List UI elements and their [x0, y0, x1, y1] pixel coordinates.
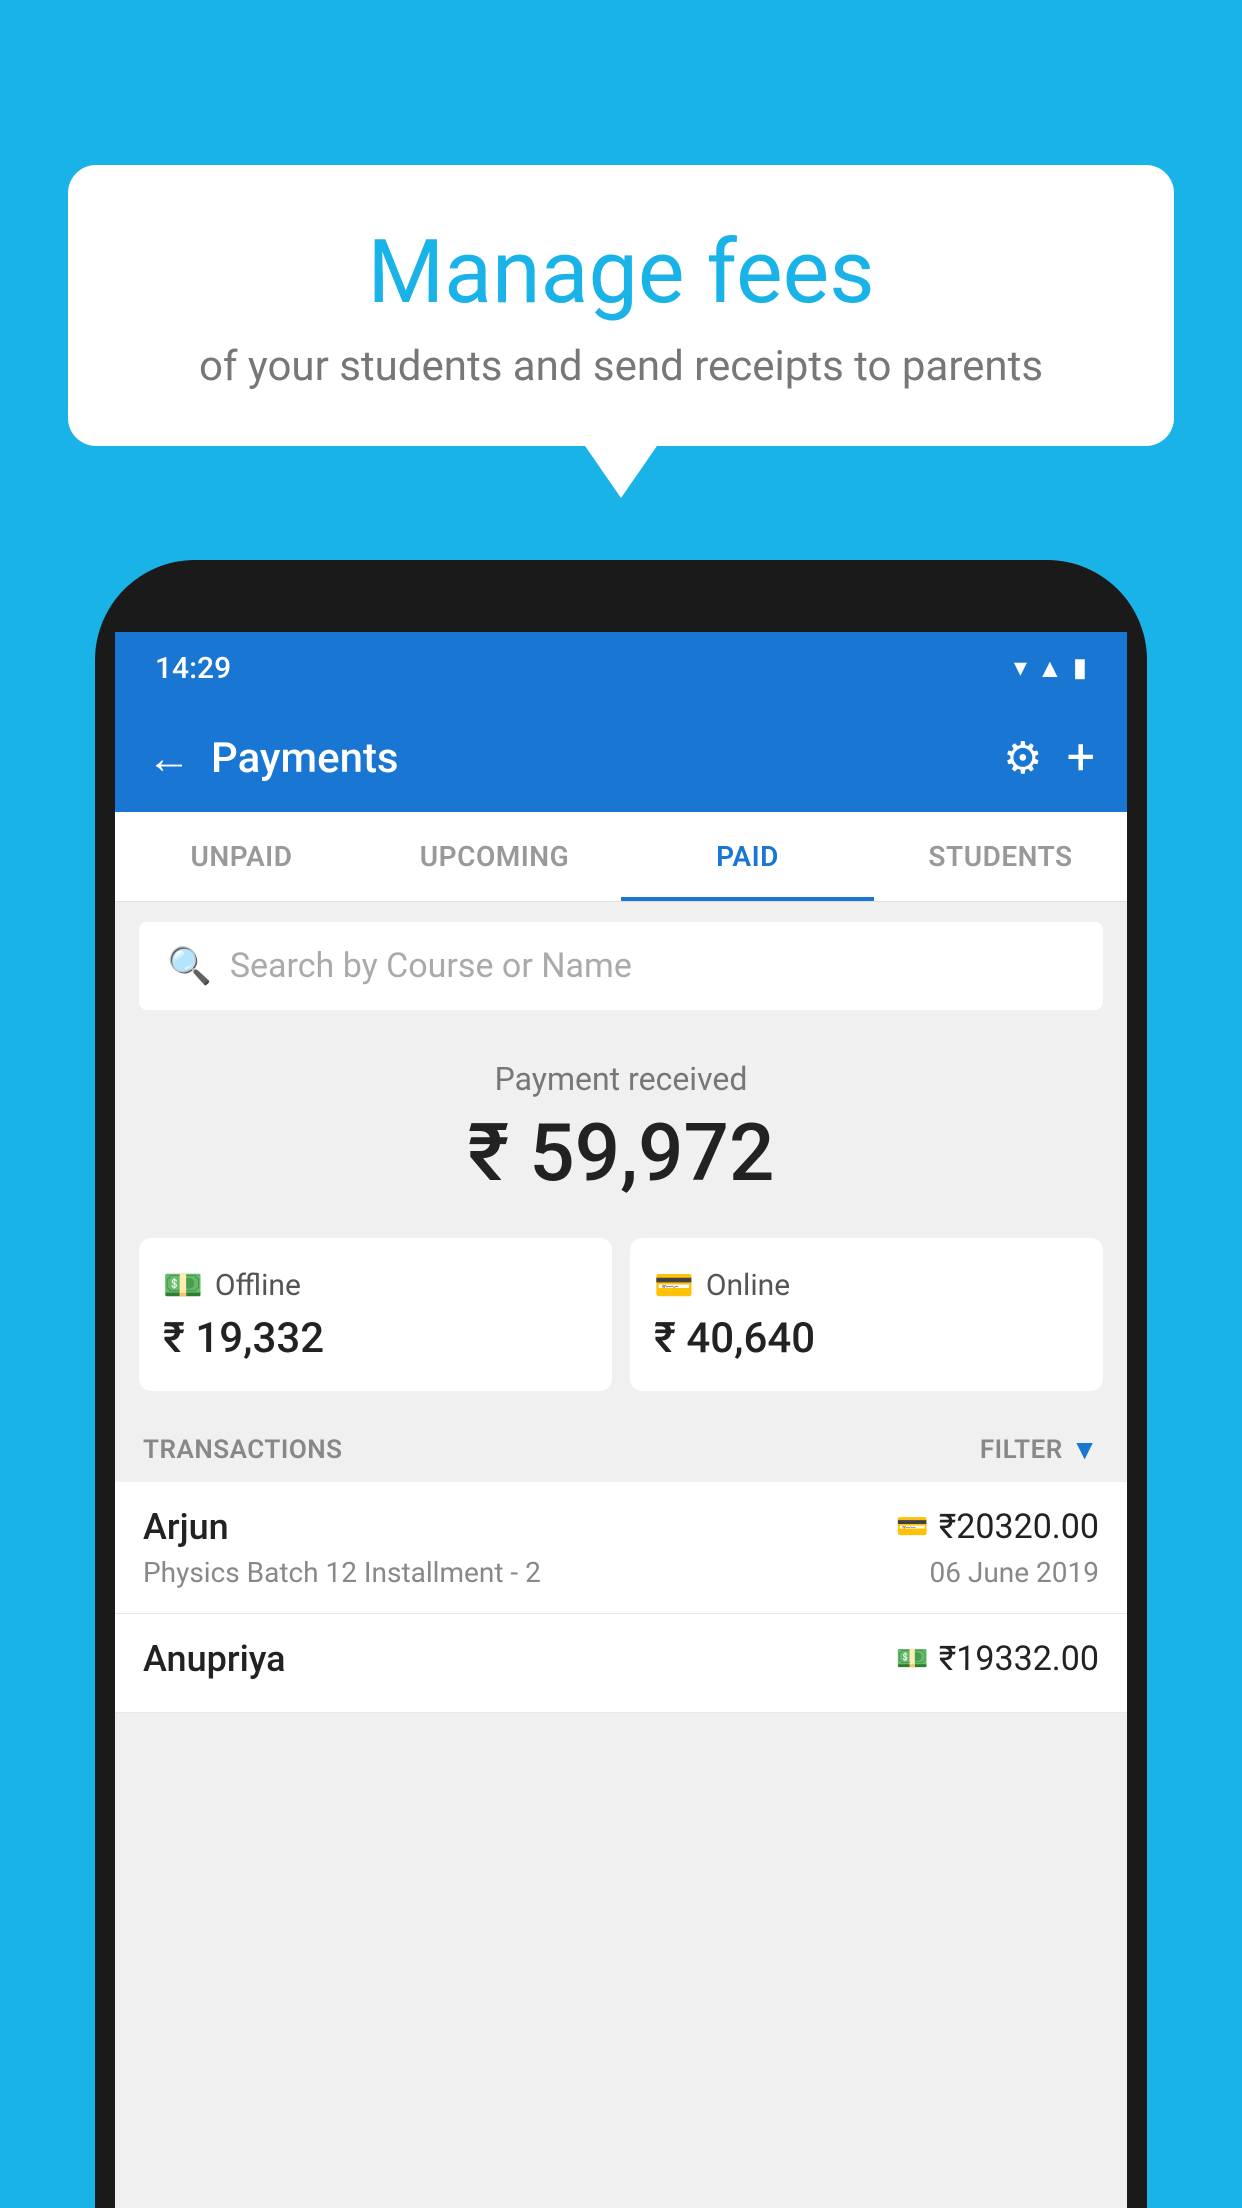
add-button[interactable]: + [1067, 729, 1095, 787]
search-icon: 🔍 [167, 945, 212, 987]
payment-label: Payment received [135, 1060, 1107, 1098]
online-label: Online [706, 1268, 790, 1303]
filter-label: FILTER [980, 1435, 1063, 1465]
online-icon: 💳 [654, 1266, 694, 1304]
phone-mockup: 14:29 ▾ ▲ ▮ ← Payments ⚙ + UNPAID UPCOMI… [95, 560, 1147, 2208]
content-area: 🔍 Search by Course or Name Payment recei… [115, 902, 1127, 1713]
payment-amount: ₹ 59,972 [135, 1106, 1107, 1200]
transactions-header: TRANSACTIONS FILTER ▼ [115, 1409, 1127, 1482]
cash-icon: 💵 [896, 1644, 928, 1674]
tab-paid[interactable]: PAID [621, 812, 874, 901]
settings-button[interactable]: ⚙ [1003, 732, 1042, 784]
transaction-row[interactable]: Arjun 💳 ₹20320.00 Physics Batch 12 Insta… [115, 1482, 1127, 1614]
transaction-amount: ₹20320.00 [939, 1507, 1099, 1547]
payment-section: Payment received ₹ 59,972 [115, 1030, 1127, 1220]
tab-students[interactable]: STUDENTS [874, 812, 1127, 901]
tab-upcoming[interactable]: UPCOMING [368, 812, 621, 901]
offline-icon: 💵 [163, 1266, 203, 1304]
transactions-label: TRANSACTIONS [143, 1435, 343, 1465]
offline-label: Offline [215, 1268, 301, 1303]
transaction-course: Physics Batch 12 Installment - 2 [143, 1556, 541, 1589]
signal-icon: ▲ [1037, 653, 1063, 684]
status-bar: 14:29 ▾ ▲ ▮ [115, 632, 1127, 704]
payment-cards: 💵 Offline ₹ 19,332 💳 Online ₹ 40,640 [139, 1238, 1103, 1391]
status-time: 14:29 [155, 651, 231, 686]
main-subtitle: of your students and send receipts to pa… [118, 342, 1124, 391]
online-card-header: 💳 Online [654, 1266, 1079, 1304]
online-amount: ₹ 40,640 [654, 1314, 1079, 1363]
app-bar: ← Payments ⚙ + [115, 704, 1127, 812]
transaction-name: Anupriya [143, 1638, 286, 1680]
offline-card: 💵 Offline ₹ 19,332 [139, 1238, 612, 1391]
status-icons: ▾ ▲ ▮ [1014, 653, 1087, 684]
search-input[interactable]: Search by Course or Name [230, 946, 632, 986]
filter-button[interactable]: FILTER ▼ [980, 1433, 1099, 1466]
back-button[interactable]: ← [147, 732, 191, 784]
transaction-top: Anupriya 💵 ₹19332.00 [143, 1638, 1099, 1680]
transaction-bottom: Physics Batch 12 Installment - 2 06 June… [143, 1556, 1099, 1589]
transaction-amount-wrap: 💳 ₹20320.00 [896, 1507, 1099, 1547]
phone-notch [541, 560, 701, 600]
wifi-icon: ▾ [1014, 653, 1027, 683]
transaction-amount: ₹19332.00 [939, 1639, 1099, 1679]
tabs-bar: UNPAID UPCOMING PAID STUDENTS [115, 812, 1127, 902]
transaction-row[interactable]: Anupriya 💵 ₹19332.00 [115, 1614, 1127, 1713]
transaction-date: 06 June 2019 [929, 1556, 1099, 1589]
filter-icon: ▼ [1071, 1433, 1099, 1466]
offline-card-header: 💵 Offline [163, 1266, 588, 1304]
transaction-amount-wrap: 💵 ₹19332.00 [896, 1639, 1099, 1679]
search-bar[interactable]: 🔍 Search by Course or Name [139, 922, 1103, 1010]
speech-bubble: Manage fees of your students and send re… [68, 165, 1174, 446]
transaction-top: Arjun 💳 ₹20320.00 [143, 1506, 1099, 1548]
transaction-name: Arjun [143, 1506, 229, 1548]
tab-unpaid[interactable]: UNPAID [115, 812, 368, 901]
offline-amount: ₹ 19,332 [163, 1314, 588, 1363]
battery-icon: ▮ [1073, 653, 1087, 683]
phone-screen: 14:29 ▾ ▲ ▮ ← Payments ⚙ + UNPAID UPCOMI… [115, 632, 1127, 2208]
card-icon: 💳 [896, 1512, 928, 1542]
app-bar-title: Payments [211, 734, 1003, 783]
main-title: Manage fees [118, 225, 1124, 322]
online-card: 💳 Online ₹ 40,640 [630, 1238, 1103, 1391]
